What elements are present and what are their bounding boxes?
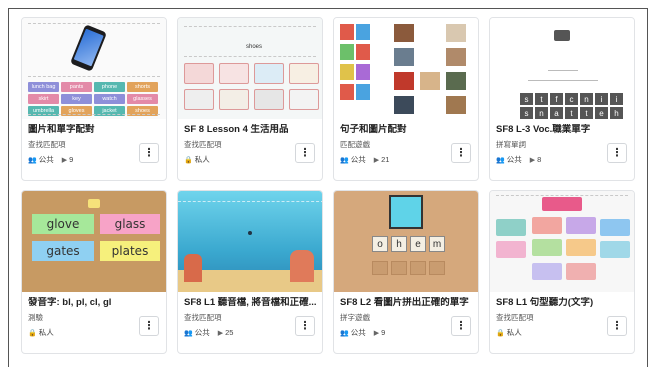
activity-thumbnail[interactable] [490, 191, 634, 292]
letter-tile: t [580, 107, 593, 119]
activity-title[interactable]: SF8 L2 看圖片拼出正確的單字 [340, 297, 474, 309]
more-options-button[interactable]: ⋮ [451, 143, 471, 163]
word-card: glass [100, 214, 160, 234]
activity-title[interactable]: SF8 L1 句型聽力(文字) [496, 297, 630, 309]
visibility-label: 公共 [350, 328, 366, 337]
more-options-button[interactable]: ⋮ [295, 316, 315, 336]
thumb-word: key [61, 94, 92, 104]
people-icon: 👥 [340, 329, 349, 337]
activity-thumbnail[interactable] [334, 18, 478, 119]
play-count: 25 [225, 328, 234, 337]
activity-thumbnail[interactable]: lunch bag pants phone shorts skirt key w… [22, 18, 166, 119]
play-count: 9 [69, 155, 74, 164]
activity-card[interactable]: glove glass gates plates 發音字: bl, pl, cl… [21, 190, 167, 354]
letter-tile: c [565, 93, 578, 105]
activity-thumbnail[interactable]: s t f c n i s n a t t e i h [490, 18, 634, 119]
house-image [389, 195, 423, 229]
visibility-label: 公共 [194, 328, 210, 337]
thumbnail-letter-tiles: s t f c n i s n a t t e [520, 93, 608, 119]
play-icon: ▶ [373, 329, 380, 337]
activity-card[interactable]: 句子和圖片配對 匹配遊戲 👥 公共 ▶ 21 ⋮ [333, 17, 479, 181]
activity-grid: lunch bag pants phone shorts skirt key w… [21, 17, 635, 354]
letter-tile: h [391, 236, 407, 252]
visibility-label: 公共 [350, 155, 366, 164]
more-options-button[interactable]: ⋮ [139, 316, 159, 336]
activity-thumbnail[interactable] [178, 191, 322, 292]
thumb-word: lunch bag [28, 82, 59, 92]
letter-tile: i [595, 93, 608, 105]
more-options-button[interactable]: ⋮ [295, 143, 315, 163]
thumbnail-letter-tiles: o h e m [372, 236, 445, 252]
activity-title[interactable]: 圖片和單字配對 [28, 124, 162, 136]
letter-tile: e [595, 107, 608, 119]
thumb-word: shoes [245, 44, 262, 50]
letter-tile: a [550, 107, 563, 119]
letter-tile: o [372, 236, 388, 252]
more-options-button[interactable]: ⋮ [139, 143, 159, 163]
activity-card[interactable]: SF8 L1 句型聽力(文字) 查找匹配項 🔒 私人 ⋮ [489, 190, 635, 354]
visibility-label: 私人 [506, 328, 522, 337]
play-icon: ▶ [529, 156, 536, 164]
thumb-word: glasses [127, 94, 158, 104]
activity-title[interactable]: SF8 L-3 Voc.職業單字 [496, 124, 630, 136]
letter-tile: i [610, 93, 623, 105]
more-options-button[interactable]: ⋮ [607, 143, 627, 163]
play-count: 9 [381, 328, 386, 337]
thumb-word: watch [94, 94, 125, 104]
thumb-word: shorts [127, 82, 158, 92]
activity-title[interactable]: 句子和圖片配對 [340, 124, 474, 136]
activity-thumbnail[interactable]: shoes [178, 18, 322, 119]
visibility-label: 公共 [506, 155, 522, 164]
activity-thumbnail[interactable]: glove glass gates plates [22, 191, 166, 292]
people-icon: 👥 [28, 156, 37, 164]
visibility-label: 私人 [38, 328, 54, 337]
activity-card[interactable]: SF8 L1 聽音檔, 將音檔和正確... 查找匹配項 👥 公共 ▶ 25 ⋮ [177, 190, 323, 354]
activity-title[interactable]: 發音字: bl, pl, cl, gl [28, 297, 162, 309]
activity-card[interactable]: s t f c n i s n a t t e i h SF8 L-3 Voc.… [489, 17, 635, 181]
people-icon: 👥 [496, 156, 505, 164]
lock-icon: 🔒 [496, 329, 505, 337]
play-icon: ▶ [373, 156, 380, 164]
more-options-button[interactable]: ⋮ [607, 316, 627, 336]
word-card: plates [100, 241, 160, 261]
visibility-label: 公共 [38, 155, 54, 164]
letter-tile: m [429, 236, 445, 252]
thumb-word: skirt [28, 94, 59, 104]
more-options-button[interactable]: ⋮ [451, 316, 471, 336]
play-icon: ▶ [61, 156, 68, 164]
letter-tile: s [520, 107, 533, 119]
activity-card[interactable]: o h e m SF8 L2 看圖片拼出正確的單字 拼字遊戲 👥公共 ▶9 [333, 190, 479, 354]
play-count: 8 [537, 155, 542, 164]
thumb-word: phone [94, 82, 125, 92]
activity-card[interactable]: shoes SF 8 Lesson 4 生活用品 查找匹配項 🔒 私人 ⋮ [177, 17, 323, 181]
letter-tile: t [535, 93, 548, 105]
letter-tile: h [610, 107, 623, 119]
word-card: gates [32, 241, 94, 261]
activity-title[interactable]: SF 8 Lesson 4 生活用品 [184, 124, 318, 136]
thumb-word: pants [61, 82, 92, 92]
letter-tile: n [535, 107, 548, 119]
lock-icon: 🔒 [28, 329, 37, 337]
letter-tile: n [580, 93, 593, 105]
lock-icon: 🔒 [184, 156, 193, 164]
letter-tile: f [550, 93, 563, 105]
letter-tile: t [565, 107, 578, 119]
play-count: 21 [381, 155, 390, 164]
letter-tile: s [520, 93, 533, 105]
activity-thumbnail[interactable]: o h e m [334, 191, 478, 292]
activity-title[interactable]: SF8 L1 聽音檔, 將音檔和正確... [184, 297, 318, 309]
play-icon: ▶ [217, 329, 224, 337]
phone-image [69, 24, 108, 72]
thumbnail-picture-grid [184, 63, 319, 110]
speaker-icon [554, 30, 570, 41]
activity-grid-frame: lunch bag pants phone shorts skirt key w… [8, 8, 648, 367]
thumbnail-word-grid: lunch bag pants phone shorts skirt key w… [28, 82, 158, 116]
people-icon: 👥 [340, 156, 349, 164]
letter-tile: e [410, 236, 426, 252]
people-icon: 👥 [184, 329, 193, 337]
word-card: glove [32, 214, 94, 234]
activity-card[interactable]: lunch bag pants phone shorts skirt key w… [21, 17, 167, 181]
visibility-label: 私人 [194, 155, 210, 164]
